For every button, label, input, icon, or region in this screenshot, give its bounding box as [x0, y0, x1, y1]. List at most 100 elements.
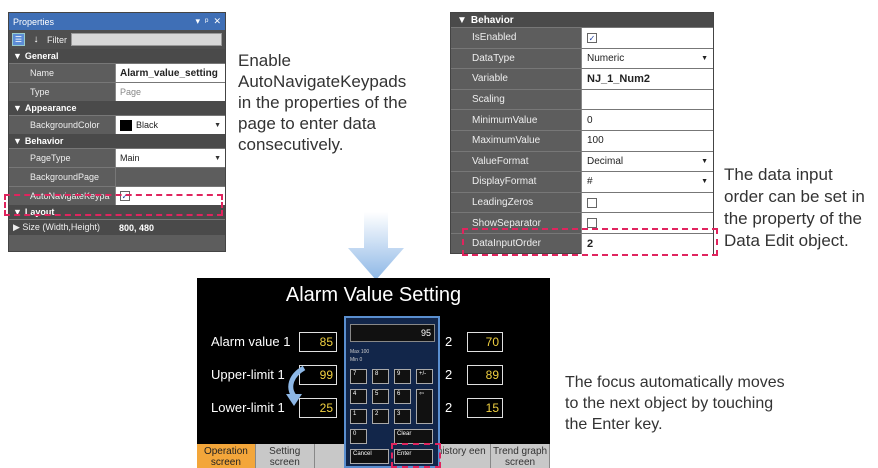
focus-move-arrow-icon	[286, 366, 306, 406]
row-maximum-value: MaximumValue 100	[451, 129, 713, 151]
value-format-select[interactable]: Decimal ▼	[581, 151, 713, 172]
row-minimum-value: MinimumValue 0	[451, 109, 713, 130]
lower-limit-label: Lower-limit 1	[211, 400, 285, 415]
display-format-select[interactable]: # ▼	[581, 172, 713, 192]
maximum-value[interactable]: 100	[581, 130, 713, 151]
section-behavior[interactable]: ▼ Behavior	[451, 13, 713, 27]
row-name: Name Alarm_value_setting	[9, 63, 225, 82]
row-label: BackgroundColor	[9, 116, 115, 134]
tab-setting-screen[interactable]: Setting screen	[255, 444, 315, 468]
pin-icon[interactable]: ᵖ	[205, 16, 208, 27]
key-6[interactable]: 6	[394, 389, 411, 404]
key-clear[interactable]: Clear	[394, 429, 433, 444]
row-value-format: ValueFormat Decimal ▼	[451, 150, 713, 172]
row-background-color: BackgroundColor Black ▼	[9, 115, 225, 134]
show-separator-checkbox[interactable]	[587, 218, 597, 229]
row-type: Type Page	[9, 82, 225, 101]
dropdown-icon[interactable]: ▾	[196, 16, 201, 27]
key-1[interactable]: 1	[350, 409, 367, 424]
section-appearance[interactable]: ▼ Appearance	[9, 101, 225, 115]
row-label: ValueFormat	[472, 155, 529, 167]
alarm-value-2-field[interactable]: 70	[467, 332, 503, 352]
row-data-type: DataType Numeric ▼	[451, 47, 713, 69]
collapse-icon: ▼	[13, 136, 22, 146]
lower-limit-2-label: 2	[445, 400, 453, 415]
row-page-type: PageType Main ▼	[9, 148, 225, 167]
key-5[interactable]: 5	[372, 389, 389, 404]
tab-history-screen[interactable]: history een	[432, 444, 492, 468]
leading-zeros-checkbox[interactable]	[587, 197, 597, 208]
sort-alpha-icon[interactable]: ↓	[29, 34, 43, 45]
chevron-down-icon: ▼	[214, 121, 221, 129]
leading-zeros-cell[interactable]	[581, 192, 713, 213]
section-behavior[interactable]: ▼ Behavior	[9, 134, 225, 148]
row-label: PageType	[9, 149, 115, 167]
chevron-down-icon: ▼	[214, 154, 221, 162]
highlight-data-input-order	[462, 228, 718, 256]
key-7[interactable]: 7	[350, 369, 367, 384]
alarm-value-1-field[interactable]: 85	[299, 332, 337, 352]
background-page-value[interactable]	[115, 168, 225, 186]
screen-title: Alarm Value Setting	[285, 284, 462, 306]
key-3[interactable]: 3	[394, 409, 411, 424]
highlight-enter-key	[391, 443, 441, 468]
caption-right: The data input order can be set in the p…	[724, 165, 865, 250]
key-2[interactable]: 2	[372, 409, 389, 424]
filter-input[interactable]	[71, 33, 222, 46]
alarm-value-2-label: 2	[445, 334, 453, 349]
behavior-panel: ▼ Behavior IsEnabled ✓ DataType Numeric ▼ …	[450, 12, 714, 254]
properties-title: Properties	[13, 16, 55, 27]
down-arrow-icon	[348, 212, 404, 280]
filter-label: Filter	[47, 34, 67, 45]
categorized-icon[interactable]: ☰	[12, 33, 25, 46]
minimum-value[interactable]: 0	[581, 110, 713, 130]
row-leading-zeros: LeadingZeros	[451, 191, 713, 213]
color-swatch	[120, 119, 132, 131]
upper-limit-label: Upper-limit 1	[211, 367, 285, 382]
row-is-enabled: IsEnabled ✓	[451, 27, 713, 48]
lower-limit-2-field[interactable]: 15	[467, 398, 503, 418]
key-plus-minus[interactable]: +/-	[416, 369, 433, 384]
scaling-value[interactable]	[581, 89, 713, 110]
data-type-select[interactable]: Numeric ▼	[581, 48, 713, 69]
keypad-max: Max 100	[350, 349, 370, 355]
page-type-select[interactable]: Main ▼	[115, 149, 225, 167]
collapse-icon: ▼	[457, 14, 467, 26]
upper-limit-2-field[interactable]: 89	[467, 365, 503, 385]
close-icon[interactable]: ✕	[213, 16, 221, 27]
is-enabled-cell[interactable]: ✓	[581, 28, 713, 48]
key-0[interactable]: 0	[350, 429, 367, 444]
row-size[interactable]: ▶ Size (Width,Height) 800, 480	[9, 219, 225, 235]
variable-value[interactable]: NJ_1_Num2	[581, 69, 713, 89]
size-label: ▶ Size (Width,Height)	[13, 222, 100, 232]
key-backspace[interactable]: ⇦	[416, 389, 433, 424]
chevron-down-icon: ▼	[701, 178, 708, 186]
alarm-value-label: Alarm value 1	[211, 334, 291, 349]
row-label: MinimumValue	[472, 114, 538, 126]
properties-toolbar: ☰ ↓ Filter	[9, 30, 225, 49]
row-label: MaximumValue	[472, 135, 541, 147]
key-cancel[interactable]: Cancel	[350, 449, 389, 464]
row-label: BackgroundPage	[9, 168, 115, 186]
section-general[interactable]: ▼ General	[9, 49, 225, 63]
size-value: 800, 480	[119, 222, 155, 233]
properties-titlebar: Properties ▾ ᵖ ✕	[9, 13, 225, 30]
name-value[interactable]: Alarm_value_setting	[115, 64, 225, 82]
type-value: Page	[115, 83, 225, 101]
key-4[interactable]: 4	[350, 389, 367, 404]
row-label: Variable	[472, 73, 508, 85]
row-label: Scaling	[472, 94, 505, 106]
row-variable: Variable NJ_1_Num2	[451, 68, 713, 89]
collapse-icon: ▼	[13, 103, 22, 113]
key-9[interactable]: 9	[394, 369, 411, 384]
is-enabled-checkbox[interactable]: ✓	[587, 32, 597, 43]
background-color-select[interactable]: Black ▼	[115, 116, 225, 134]
tab-operation-screen[interactable]: Operation screen	[197, 444, 256, 468]
row-display-format: DisplayFormat # ▼	[451, 171, 713, 192]
keypad-display: 95	[350, 324, 435, 342]
key-8[interactable]: 8	[372, 369, 389, 384]
tab-trend-graph-screen[interactable]: Trend graph screen	[491, 444, 550, 468]
row-label: DataType	[472, 52, 515, 64]
properties-panel: Properties ▾ ᵖ ✕ ☰ ↓ Filter ▼ General Nam…	[8, 12, 226, 252]
collapse-icon: ▼	[13, 51, 22, 61]
